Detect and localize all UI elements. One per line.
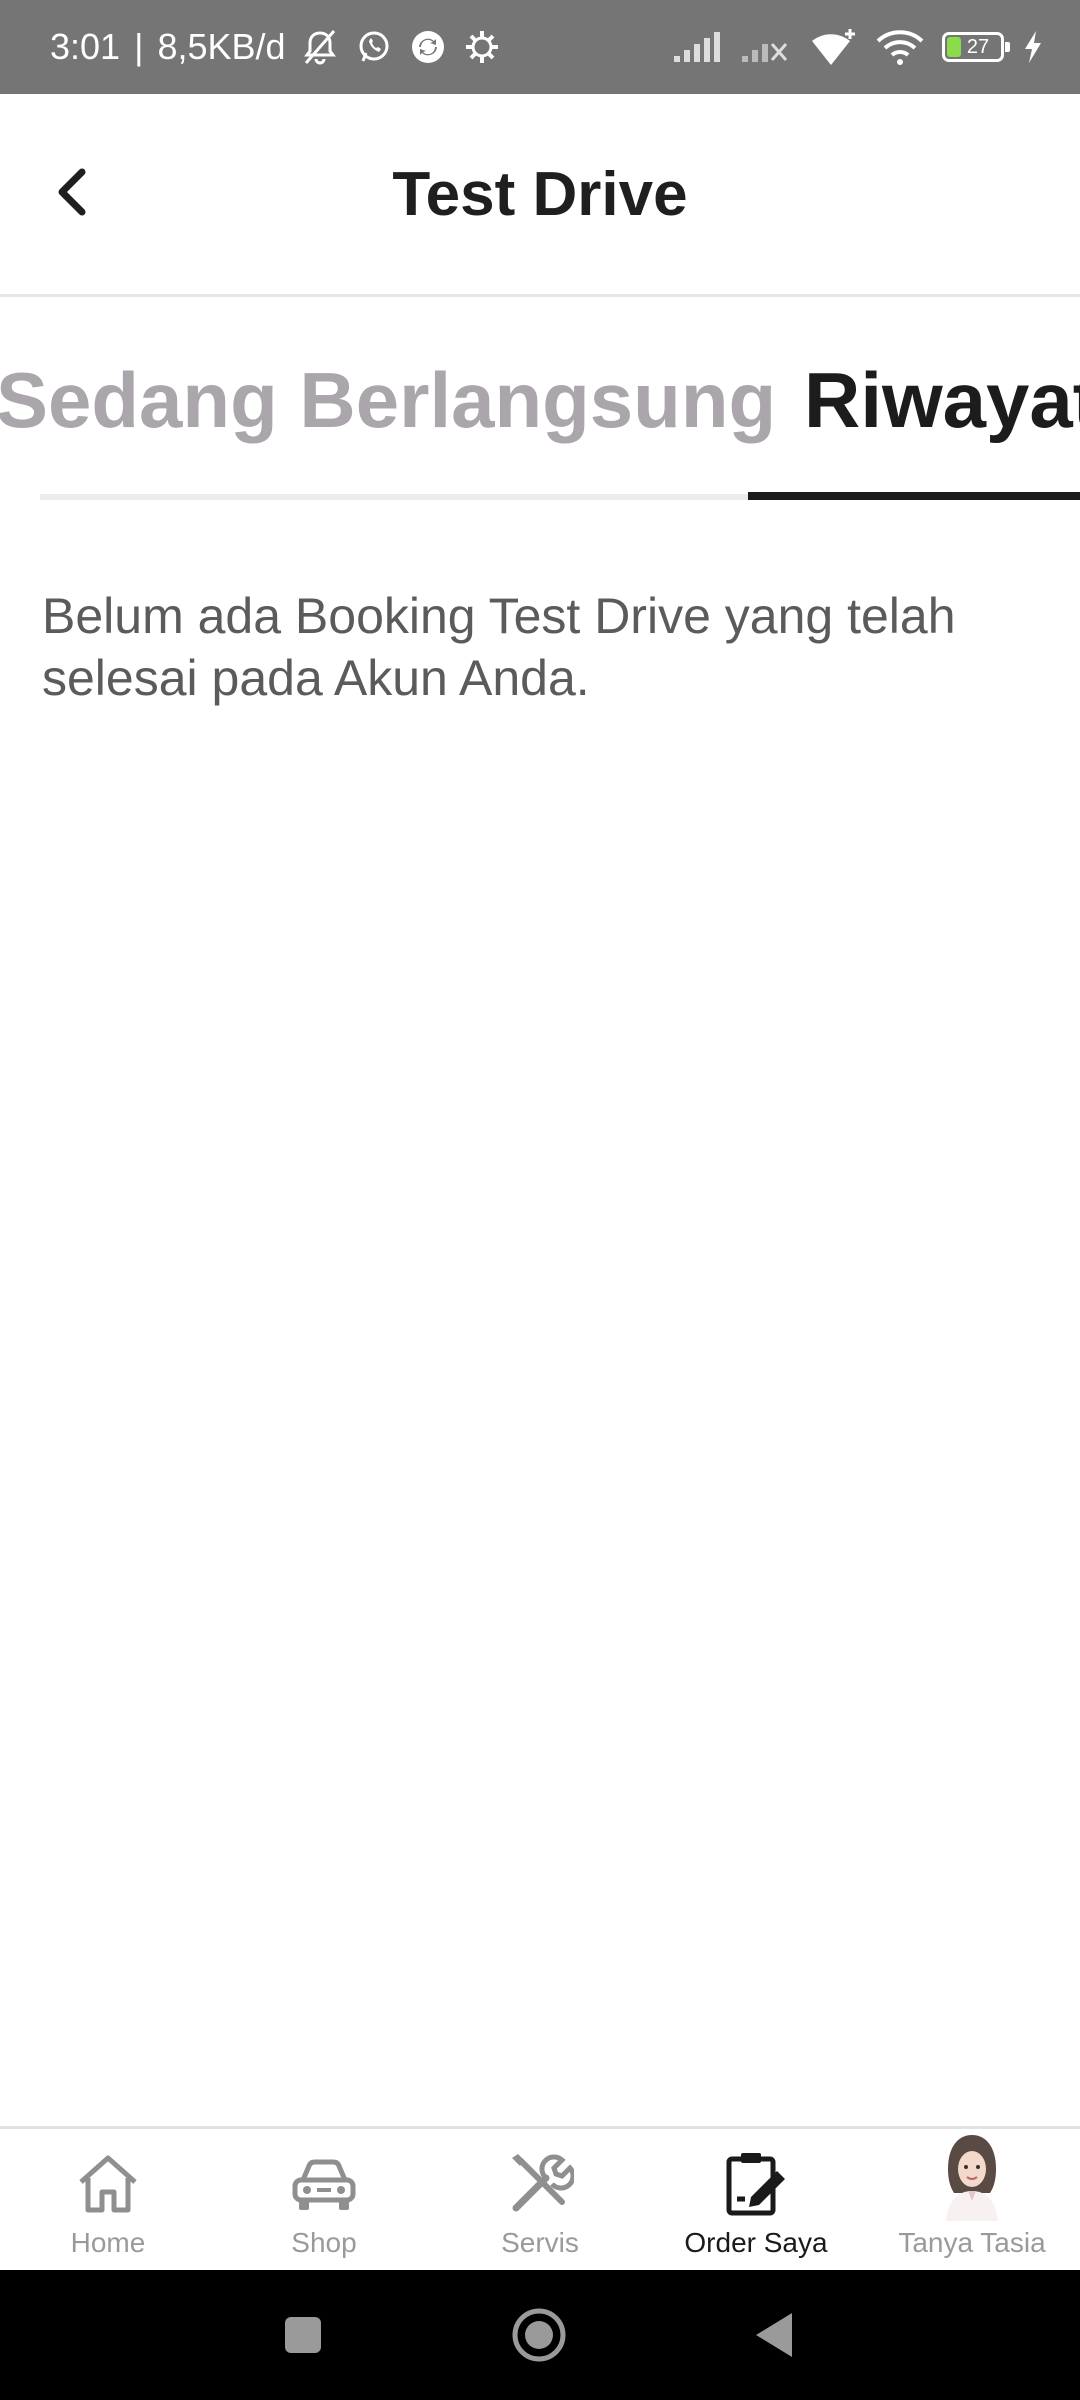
wifi-plus-icon — [808, 27, 858, 67]
page-title: Test Drive — [392, 159, 688, 229]
bottom-navigation: Home Shop Servis Order Saya Tanya Tasia — [0, 2126, 1080, 2273]
tab-bar: Sedang Berlangsung Riwayat — [0, 297, 1080, 503]
sync-icon — [408, 27, 448, 67]
charging-icon — [1022, 29, 1044, 65]
car-icon — [292, 2159, 356, 2210]
nav-item-tanya-tasia[interactable]: Tanya Tasia — [864, 2129, 1080, 2273]
wifi-icon — [876, 27, 924, 67]
recents-button[interactable] — [243, 2270, 363, 2400]
status-time: 3:01 — [50, 26, 121, 67]
nav-item-home[interactable]: Home — [0, 2129, 216, 2273]
signal-icon — [672, 30, 722, 64]
app-bar: Test Drive — [0, 94, 1080, 297]
nav-item-servis[interactable]: Servis — [432, 2129, 648, 2273]
empty-state-message: Belum ada Booking Test Drive yang telah … — [42, 588, 956, 706]
battery-icon: 27 — [942, 32, 1010, 62]
status-bar: 3:01 | 8,5KB/d 27 — [0, 0, 1080, 94]
nav-label-order-saya: Order Saya — [684, 2227, 828, 2258]
settings-icon — [462, 27, 502, 67]
assistant-avatar-icon — [946, 2135, 998, 2221]
home-system-button[interactable] — [479, 2270, 599, 2400]
back-system-button[interactable] — [715, 2270, 835, 2400]
bell-off-icon — [300, 27, 340, 67]
nav-label-shop: Shop — [291, 2227, 357, 2258]
status-left: 3:01 | 8,5KB/d — [50, 0, 502, 94]
square-icon — [285, 2317, 321, 2353]
clipboard-edit-icon — [726, 2153, 785, 2216]
tools-icon — [512, 2154, 574, 2212]
tab-sedang-berlangsung[interactable]: Sedang Berlangsung — [0, 297, 776, 503]
circle-home-icon — [512, 2308, 566, 2362]
system-navigation-bar — [0, 2270, 1080, 2400]
network-speed: 8,5KB/d — [157, 26, 286, 67]
triangle-back-icon — [756, 2313, 792, 2357]
nav-label-home: Home — [70, 2227, 146, 2258]
nav-label-servis: Servis — [501, 2227, 579, 2258]
battery-level: 27 — [966, 35, 990, 58]
home-icon — [79, 2155, 137, 2213]
whatsapp-icon — [354, 27, 394, 67]
nav-item-shop[interactable]: Shop — [216, 2129, 432, 2273]
tab-active-indicator — [748, 492, 1080, 500]
status-separator: | — [134, 26, 144, 67]
nav-label-tanya-tasia: Tanya Tasia — [898, 2227, 1046, 2258]
nav-item-order-saya[interactable]: Order Saya — [648, 2129, 864, 2273]
tab-riwayat[interactable]: Riwayat — [804, 297, 1080, 503]
status-right: 27 — [672, 0, 1044, 94]
signal-off-icon — [740, 30, 790, 64]
